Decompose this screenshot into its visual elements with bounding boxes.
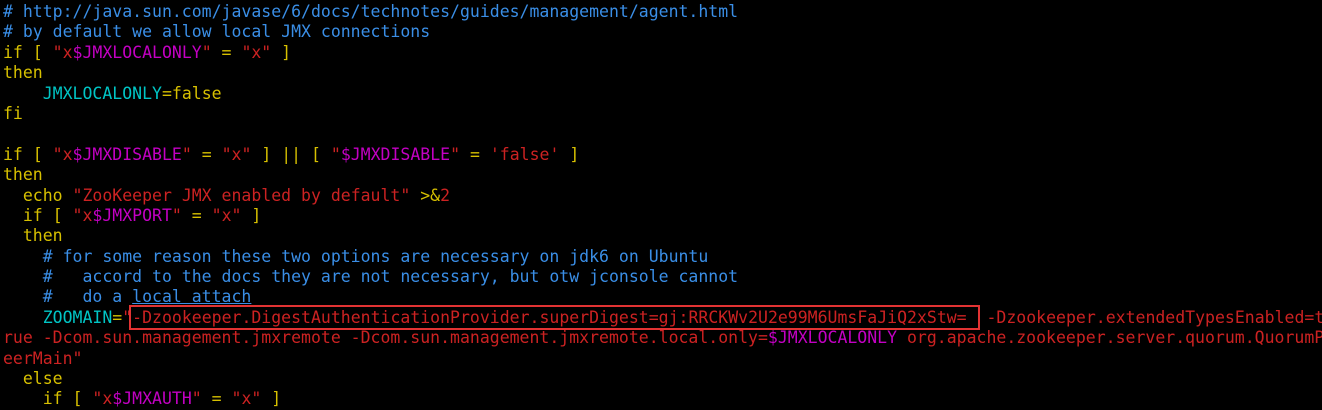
code-token: $JMXAUTH	[112, 389, 192, 409]
code-token: =false	[161, 83, 222, 103]
code-line[interactable]: # by default we allow local JMX connecti…	[3, 22, 1322, 42]
code-token: "x"	[221, 144, 252, 164]
code-token: "x	[52, 144, 73, 164]
code-token: "	[450, 144, 461, 164]
code-line[interactable]: rue -Dcom.sun.management.jmxremote -Dcom…	[3, 328, 1322, 348]
code-token: =	[181, 205, 212, 225]
code-token: ]	[261, 389, 282, 409]
code-line[interactable]: if [ "x$JMXPORT" = "x" ]	[3, 206, 1322, 226]
code-token: if [	[3, 144, 53, 164]
code-token: rue -Dcom.sun.management.jmxremote -Dcom…	[3, 328, 768, 348]
code-token: # do a	[3, 287, 133, 307]
code-token: $JMXLOCALONLY	[767, 328, 898, 348]
code-token: "x"	[231, 389, 262, 409]
code-token: >&	[410, 185, 441, 205]
code-token: if [	[3, 42, 53, 62]
highlighted-superdigest-arg: -Dzookeeper.DigestAuthenticationProvider…	[129, 304, 980, 330]
code-line[interactable]: # accord to the docs they are not necess…	[3, 267, 1322, 287]
code-token: # by default we allow local JMX connecti…	[3, 22, 431, 42]
code-token: # for some reason these two options are …	[3, 246, 709, 266]
terminal-editor[interactable]: # http://java.sun.com/javase/6/docs/tech…	[3, 2, 1322, 410]
code-token: else	[3, 369, 63, 389]
code-token: JMXLOCALONLY	[42, 83, 162, 103]
code-line[interactable]: fi	[3, 104, 1322, 124]
code-line[interactable]: then	[3, 226, 1322, 246]
code-token: eerMain"	[3, 348, 83, 368]
code-token: "	[181, 144, 192, 164]
code-token: 2	[440, 185, 451, 205]
code-token: then	[3, 165, 43, 185]
code-token: # accord to the docs they are not necess…	[3, 267, 739, 287]
code-token: if [	[3, 389, 93, 409]
code-token: =	[460, 144, 490, 164]
code-line[interactable]: else	[3, 369, 1322, 389]
code-token: "x	[92, 389, 113, 409]
code-token: "	[191, 389, 202, 409]
code-token: -Dzookeeper.extendedTypesEnabled=t	[976, 307, 1322, 327]
code-token: ] || [	[251, 144, 331, 164]
code-line[interactable]: then	[3, 63, 1322, 83]
code-line[interactable]: JMXLOCALONLY=false	[3, 84, 1322, 104]
code-line[interactable]	[3, 124, 1322, 144]
code-line[interactable]: ZOOMAIN="-Dzookeeper.DigestAuthenticatio…	[3, 304, 1322, 330]
code-token: =	[201, 389, 232, 409]
code-token: $JMXLOCALONLY	[72, 42, 202, 62]
code-token: "x"	[211, 205, 242, 225]
code-token: org.apache.zookeeper.server.quorum.Quoru…	[897, 328, 1322, 348]
code-token: "	[330, 144, 341, 164]
code-token: =	[112, 307, 123, 327]
code-token: ]	[559, 144, 580, 164]
code-token: fi	[3, 103, 23, 123]
code-token: local attach	[132, 287, 252, 307]
code-token: "x	[72, 205, 93, 225]
code-token: ]	[241, 205, 262, 225]
code-token: $JMXDISABLE	[340, 144, 451, 164]
code-token: "	[122, 307, 133, 327]
code-token: =	[191, 144, 222, 164]
code-token: 'false'	[489, 144, 560, 164]
code-line[interactable]: echo "ZooKeeper JMX enabled by default" …	[3, 186, 1322, 206]
code-line[interactable]: # do a local attach	[3, 287, 1322, 307]
code-token: "x	[52, 42, 73, 62]
code-line[interactable]: if [ "x$JMXDISABLE" = "x" ] || [ "$JMXDI…	[3, 145, 1322, 165]
code-line[interactable]: then	[3, 165, 1322, 185]
code-token: "	[201, 42, 212, 62]
code-token: $JMXDISABLE	[72, 144, 182, 164]
code-token: then	[3, 63, 43, 83]
code-token: "	[171, 205, 182, 225]
code-token: # http://java.sun.com/javase/6/docs/tech…	[3, 2, 739, 21]
code-token: echo	[3, 185, 73, 205]
code-token: $JMXPORT	[92, 205, 172, 225]
code-line[interactable]: if [ "x$JMXLOCALONLY" = "x" ]	[3, 43, 1322, 63]
code-line[interactable]: eerMain"	[3, 349, 1322, 369]
code-line[interactable]: # for some reason these two options are …	[3, 247, 1322, 267]
code-token: "ZooKeeper JMX enabled by default"	[72, 185, 411, 205]
code-token: "x"	[241, 42, 272, 62]
code-token: if [	[3, 205, 73, 225]
code-line[interactable]: # http://java.sun.com/javase/6/docs/tech…	[3, 2, 1322, 22]
code-token: then	[3, 226, 63, 246]
code-token: =	[211, 42, 242, 62]
code-token: ]	[271, 42, 292, 62]
code-token: ZOOMAIN	[42, 307, 113, 327]
